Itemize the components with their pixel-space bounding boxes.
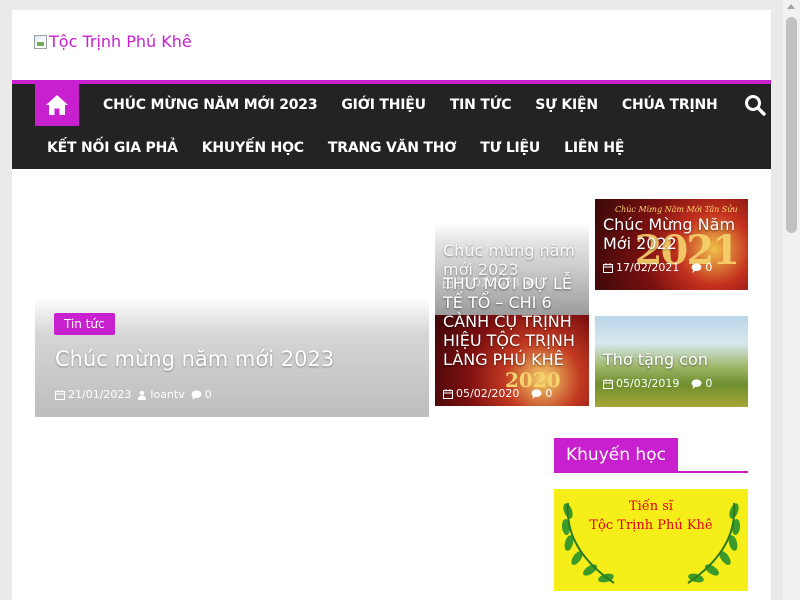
- comment-icon: [691, 262, 702, 273]
- page: Tộc Trịnh Phú Khê CHÚC MỪNG NĂM MỚI 2023…: [12, 10, 771, 600]
- widget-image-line-1: Tiến sĩ: [628, 499, 674, 514]
- nav-item-trang-van-tho[interactable]: TRANG VĂN THƠ: [316, 140, 468, 156]
- site-header: Tộc Trịnh Phú Khê: [12, 10, 771, 80]
- post-date[interactable]: 21/01/2023: [55, 388, 131, 401]
- category-tag[interactable]: Tin tức: [54, 313, 115, 335]
- card-3-title[interactable]: THƯ MỜI DỰ LỄ TẾ TỔ – CHI 6 CÀNH CỤ TRỊN…: [443, 274, 593, 369]
- nav-item-lien-he[interactable]: LIÊN HỆ: [552, 140, 636, 156]
- card-4-date[interactable]: 05/03/2019: [603, 377, 679, 390]
- calendar-icon: [443, 388, 453, 399]
- comment-icon: [691, 378, 702, 389]
- calendar-icon: [603, 378, 613, 389]
- card-4-title[interactable]: Thơ tặng con: [603, 350, 743, 369]
- card-2-comments[interactable]: 0: [691, 261, 712, 274]
- home-icon: [46, 95, 68, 115]
- site-logo-link[interactable]: Tộc Trịnh Phú Khê: [34, 32, 192, 51]
- nav-item-tin-tuc[interactable]: TIN TỨC: [438, 97, 523, 113]
- main-navigation: CHÚC MỪNG NĂM MỚI 2023 GIỚI THIỆU TIN TỨ…: [12, 84, 771, 169]
- broken-image-icon: [34, 34, 47, 49]
- featured-meta: 21/01/2023 loantv 0: [55, 388, 212, 401]
- scroll-up-arrow-icon[interactable]: [787, 4, 795, 9]
- nav-row-2: KẾT NỐI GIA PHẢ KHUYẾN HỌC TRANG VĂN THƠ…: [35, 127, 636, 169]
- scrollbar-thumb[interactable]: [786, 17, 797, 233]
- logo-alt-text: Tộc Trịnh Phú Khê: [49, 32, 192, 51]
- calendar-icon: [55, 389, 65, 400]
- nav-row-1: CHÚC MỪNG NĂM MỚI 2023 GIỚI THIỆU TIN TỨ…: [35, 84, 768, 126]
- post-comments[interactable]: 0: [191, 388, 212, 401]
- card-2-date[interactable]: 17/02/2021: [603, 261, 679, 274]
- home-button[interactable]: [35, 84, 79, 126]
- search-button[interactable]: [742, 92, 768, 118]
- card-4-comments[interactable]: 0: [691, 377, 712, 390]
- post-author[interactable]: loantv: [137, 388, 185, 401]
- nav-item-chua-trinh[interactable]: CHÚA TRỊNH: [610, 97, 730, 113]
- slide-card-2[interactable]: Chúc Mừng Năm Mới Tân Sửu 2021 Chúc Mừng…: [595, 199, 748, 290]
- featured-title[interactable]: Chúc mừng năm mới 2023: [55, 347, 334, 371]
- card-3-comments-text: 0: [545, 387, 553, 400]
- card-2-date-text: 17/02/2021: [616, 261, 680, 274]
- search-icon: [744, 95, 766, 116]
- nav-item-khuyen-hoc[interactable]: KHUYẾN HỌC: [190, 140, 316, 156]
- card-4-date-text: 05/03/2019: [616, 377, 680, 390]
- post-comments-text: 0: [204, 388, 212, 401]
- widget-khuyen-hoc-image[interactable]: Tiến sĩ Tộc Trịnh Phú Khê: [554, 489, 748, 591]
- slide-card-4[interactable]: Thơ tặng con 05/03/2019 0: [595, 316, 748, 407]
- card-3-date-text: 05/02/2020: [456, 387, 520, 400]
- widget-khuyen-hoc-header: Khuyến học: [554, 438, 748, 473]
- vertical-scrollbar[interactable]: [783, 0, 800, 600]
- widget-title: Khuyến học: [554, 438, 678, 473]
- widget-image-line-2: Tộc Trịnh Phú Khê: [589, 518, 713, 533]
- comment-icon: [531, 388, 542, 399]
- comment-icon: [191, 389, 202, 400]
- nav-item-chuc-mung[interactable]: CHÚC MỪNG NĂM MỚI 2023: [91, 97, 329, 113]
- card-3-date[interactable]: 05/02/2020: [443, 387, 519, 400]
- featured-slide[interactable]: Tin tức Chúc mừng năm mới 2023 21/01/202…: [35, 199, 429, 417]
- post-author-text: loantv: [150, 388, 185, 401]
- card-2-meta: 17/02/2021 0: [603, 261, 712, 274]
- nav-item-ket-noi-gia-pha[interactable]: KẾT NỐI GIA PHẢ: [35, 140, 190, 156]
- nav-item-gioi-thieu[interactable]: GIỚI THIỆU: [329, 97, 437, 113]
- card-2-comments-text: 0: [705, 261, 713, 274]
- card-3-comments[interactable]: 0: [531, 387, 552, 400]
- user-icon: [138, 390, 147, 400]
- calendar-icon: [603, 262, 613, 273]
- nav-item-tu-lieu[interactable]: TƯ LIỆU: [468, 140, 552, 156]
- card-4-meta: 05/03/2019 0: [603, 377, 712, 390]
- card-3-meta: 05/02/2020 0: [443, 387, 552, 400]
- card-2-image-banner: Chúc Mừng Năm Mới Tân Sửu: [615, 205, 738, 214]
- nav-item-su-kien[interactable]: SỰ KIỆN: [523, 97, 610, 113]
- card-4-comments-text: 0: [705, 377, 713, 390]
- card-2-title[interactable]: Chúc Mừng Năm Mới 2022: [603, 215, 743, 253]
- post-date-text: 21/01/2023: [68, 388, 132, 401]
